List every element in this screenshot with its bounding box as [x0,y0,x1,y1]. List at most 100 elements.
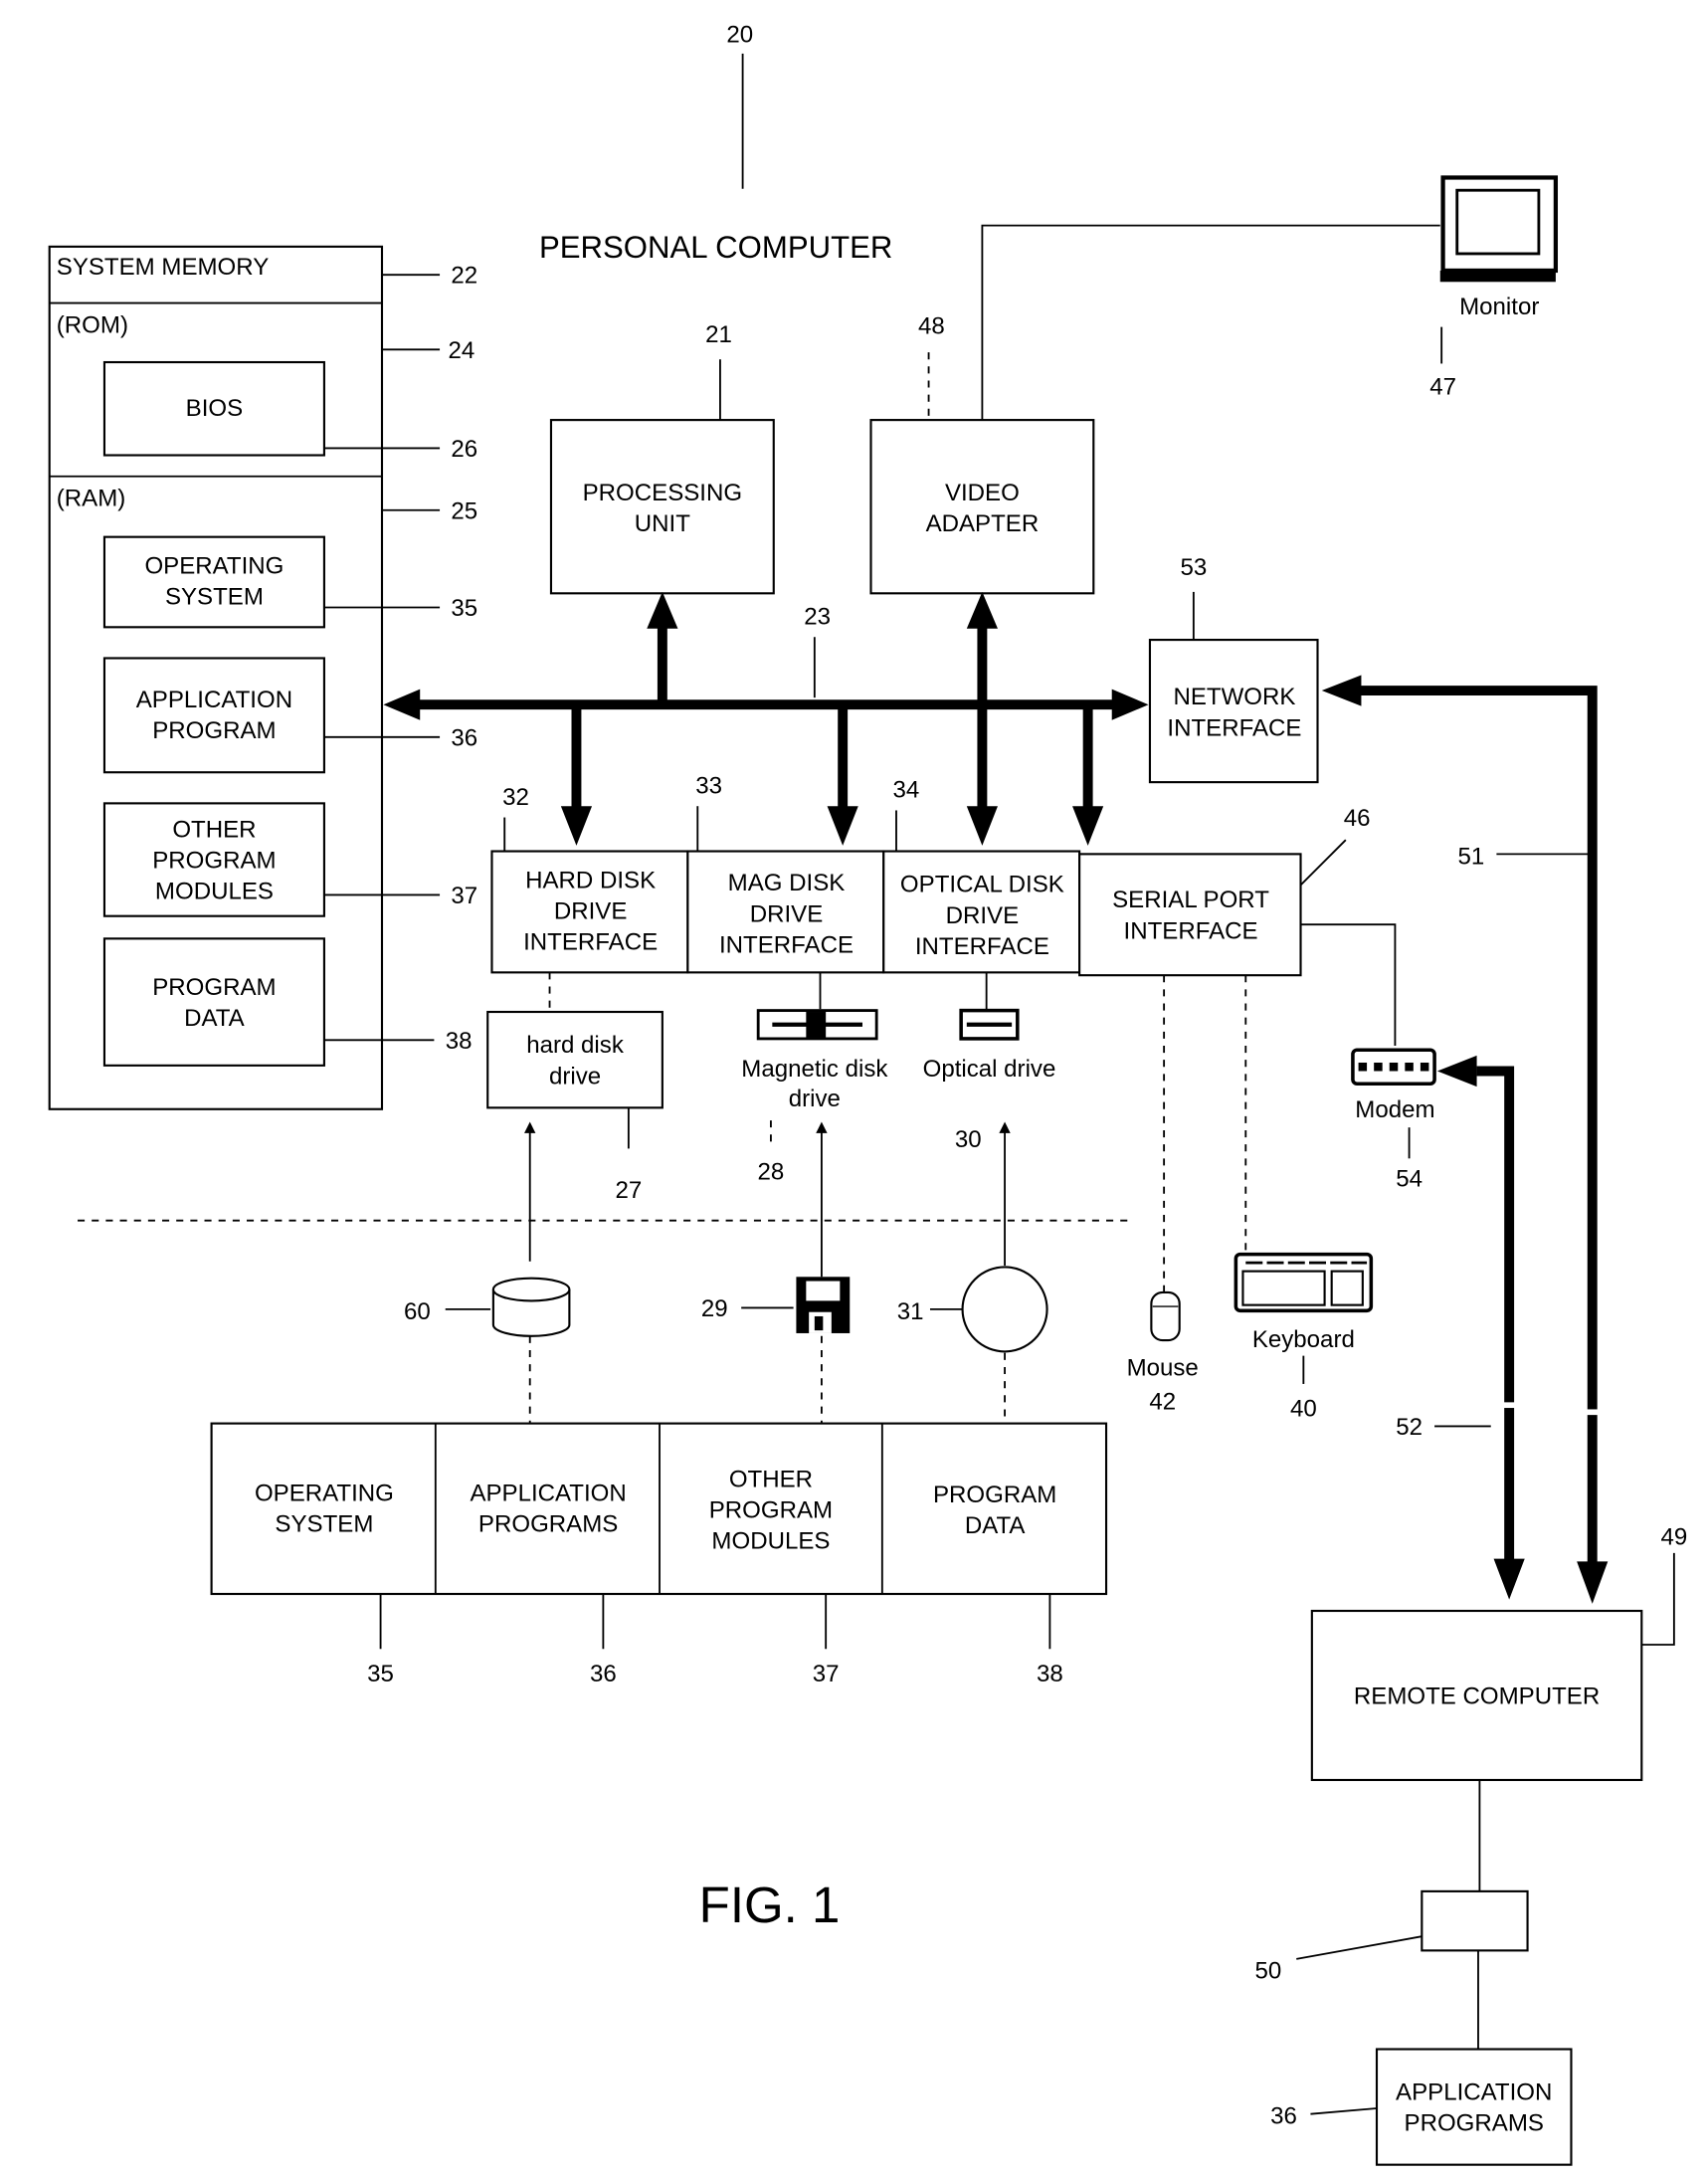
svg-text:46: 46 [1344,805,1371,832]
modem: Modem 54 [1300,923,1436,1193]
svg-text:UNIT: UNIT [635,510,690,537]
svg-text:21: 21 [705,321,732,348]
video-adapter: VIDEO ADAPTER 48 [869,224,1440,595]
svg-text:50: 50 [1255,1958,1282,1985]
svg-text:Mouse: Mouse [1127,1354,1199,1381]
svg-text:Optical drive: Optical drive [923,1056,1056,1083]
ram-label: (RAM) [57,486,126,512]
svg-text:DRIVE: DRIVE [750,900,824,927]
keyboard-icon [1234,1252,1374,1313]
optical-drive-icon [959,1008,1020,1041]
svg-text:27: 27 [615,1177,642,1204]
svg-text:38: 38 [446,1028,473,1055]
svg-text:INTERFACE: INTERFACE [1124,917,1258,944]
ref-26: 26 [451,436,477,463]
serial-port-interface: SERIAL PORT INTERFACE 46 [1078,805,1371,977]
magnetic-disk-drive: Magnetic disk drive 28 [741,972,888,1186]
remote-application-programs: APPLICATION PROGRAMS 36 [1270,2048,1573,2166]
bios-label: BIOS [186,395,244,422]
svg-text:DATA: DATA [965,1512,1026,1539]
ram-item-other-program-modules: OTHER PROGRAM MODULES 37 [102,802,477,917]
optical-drive: Optical drive 30 [923,972,1056,1153]
svg-text:40: 40 [1290,1396,1317,1423]
monitor-icon [1439,175,1559,283]
svg-text:53: 53 [1180,554,1207,581]
optical-disc-icon [961,1266,1048,1353]
mouse: Mouse 42 [1127,975,1199,1415]
svg-text:DRIVE: DRIVE [946,902,1020,929]
ref-25: 25 [451,497,477,524]
svg-text:47: 47 [1429,374,1456,401]
svg-text:PROGRAM: PROGRAM [152,974,276,1001]
storage-contents: OPERATING SYSTEM APPLICATION PROGRAMS OT… [210,1422,1108,1687]
wan-link: 52 [1396,1055,1528,1600]
svg-text:60: 60 [404,1298,431,1325]
svg-text:PROGRAMS: PROGRAMS [478,1511,618,1538]
hard-disk-drive: hard disk drive 27 [486,972,664,1204]
svg-text:28: 28 [758,1159,785,1186]
svg-text:42: 42 [1149,1388,1176,1415]
svg-text:Magnetic disk: Magnetic disk [741,1056,888,1083]
svg-text:36: 36 [590,1661,617,1687]
remote-storage: 50 [1255,1889,1529,2050]
svg-text:54: 54 [1396,1166,1423,1193]
system-bus: 23 [383,591,1149,846]
svg-text:36: 36 [1270,2103,1297,2130]
figure-title: PERSONAL COMPUTER [539,230,892,265]
floppy-drive-icon [756,1009,878,1041]
svg-text:MODULES: MODULES [711,1528,830,1555]
ram-item-program-data: PROGRAM DATA 38 [102,937,473,1067]
svg-text:48: 48 [918,313,945,340]
svg-text:Monitor: Monitor [1459,294,1539,320]
svg-text:drive: drive [789,1086,841,1112]
disk-stack: 60 [404,1121,571,1424]
svg-text:PROCESSING: PROCESSING [583,480,742,506]
svg-text:35: 35 [451,595,477,622]
optical-disc: 31 [897,1121,1048,1424]
svg-text:31: 31 [897,1298,924,1325]
mag-disk-drive-interface: MAG DISK DRIVE INTERFACE 33 [686,772,885,974]
svg-text:PROGRAM: PROGRAM [152,848,276,875]
remote-computer: REMOTE COMPUTER 49 [1310,1523,1687,1891]
ref-24: 24 [449,337,475,364]
svg-text:32: 32 [502,784,529,811]
svg-text:MAG DISK: MAG DISK [728,870,846,896]
svg-text:30: 30 [955,1126,982,1153]
svg-text:PROGRAM: PROGRAM [152,717,276,744]
svg-text:drive: drive [549,1063,601,1089]
rom-label: (ROM) [57,311,128,338]
svg-text:37: 37 [451,883,477,909]
svg-text:SYSTEM: SYSTEM [275,1511,373,1538]
svg-text:DRIVE: DRIVE [554,898,628,925]
figure-ref: 20 [726,21,753,48]
svg-text:Modem: Modem [1355,1096,1434,1123]
svg-text:REMOTE COMPUTER: REMOTE COMPUTER [1354,1682,1600,1709]
svg-text:52: 52 [1396,1414,1423,1441]
svg-text:OTHER: OTHER [729,1466,813,1492]
ref-22: 22 [451,263,477,290]
svg-text:INTERFACE: INTERFACE [523,929,658,956]
svg-text:INTERFACE: INTERFACE [1167,714,1301,741]
svg-text:NETWORK: NETWORK [1173,684,1295,710]
modem-icon [1351,1048,1436,1087]
svg-text:HARD DISK: HARD DISK [525,867,656,893]
svg-text:hard disk: hard disk [526,1032,625,1059]
svg-text:33: 33 [695,772,722,799]
svg-text:DATA: DATA [184,1005,245,1032]
svg-text:APPLICATION: APPLICATION [136,687,292,713]
svg-text:PROGRAMS: PROGRAMS [1405,2110,1544,2137]
svg-text:29: 29 [701,1295,728,1322]
svg-text:OPERATING: OPERATING [144,552,284,579]
svg-text:36: 36 [451,724,477,751]
svg-text:Keyboard: Keyboard [1252,1326,1355,1353]
ram-item-operating-system: OPERATING SYSTEM 35 [102,535,477,629]
svg-text:38: 38 [1037,1661,1063,1687]
svg-text:34: 34 [893,777,920,804]
svg-text:INTERFACE: INTERFACE [719,932,854,959]
svg-text:37: 37 [813,1661,840,1687]
svg-text:SYSTEM: SYSTEM [165,584,264,611]
svg-text:PROGRAM: PROGRAM [709,1497,833,1524]
svg-text:OTHER: OTHER [172,816,256,843]
floppy-disk-icon [796,1277,851,1333]
keyboard: Keyboard 40 [1234,975,1374,1423]
